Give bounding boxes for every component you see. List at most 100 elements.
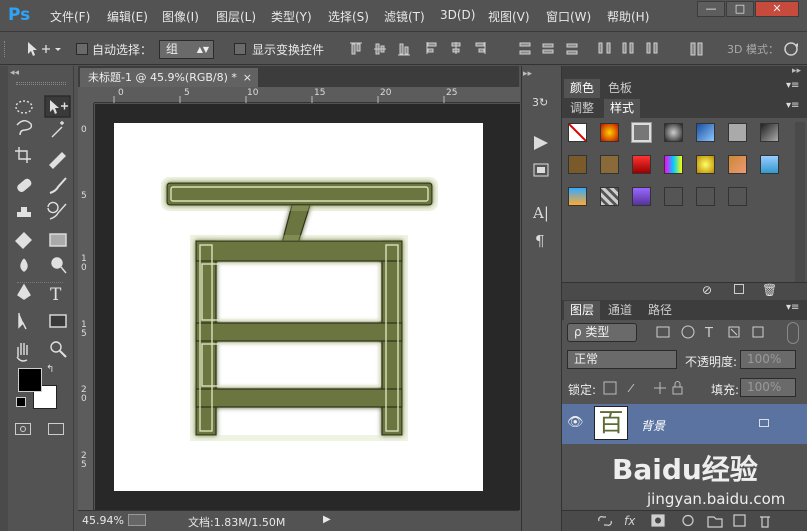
svg-text:T: T xyxy=(50,285,62,305)
tab-paths[interactable]: 路径 xyxy=(642,301,678,320)
status-menu-arrow-icon[interactable]: ▶ xyxy=(323,514,331,525)
panel-menu-icon[interactable]: ▾≡ xyxy=(786,302,799,313)
layer-filter-icons[interactable]: T xyxy=(655,324,785,340)
lock-label: 锁定: xyxy=(568,383,597,397)
filter-toggle[interactable] xyxy=(787,322,799,344)
dock-icons[interactable]: 3↻ A| ¶ xyxy=(530,88,554,258)
quick-mask-icon[interactable] xyxy=(15,423,31,435)
style-swatch[interactable] xyxy=(760,155,779,174)
tab-layers[interactable]: 图层 xyxy=(564,301,601,320)
swap-colors-icon[interactable]: ↰ xyxy=(46,364,54,375)
menu-edit[interactable]: 编辑(E) xyxy=(107,8,148,25)
options-grip-icon xyxy=(4,41,8,57)
ruler-h-ticks xyxy=(113,96,445,103)
layers-footer-icons[interactable]: fx xyxy=(596,512,776,529)
styles-grid xyxy=(564,121,792,215)
style-swatch[interactable] xyxy=(632,187,651,206)
lock-icons[interactable] xyxy=(602,380,684,396)
style-swatch[interactable] xyxy=(696,123,715,142)
menu-3d[interactable]: 3D(D) xyxy=(440,8,475,22)
menu-file[interactable]: 文件(F) xyxy=(50,8,90,25)
auto-select-dropdown[interactable]: 组 ▲▼ xyxy=(159,40,214,59)
panel-menu-icon[interactable]: ▾≡ xyxy=(786,80,799,91)
menu-type[interactable]: 类型(Y) xyxy=(271,8,312,25)
new-style-icon[interactable] xyxy=(734,284,744,294)
tab-color[interactable]: 颜色 xyxy=(564,79,601,98)
style-swatch[interactable] xyxy=(728,123,747,142)
close-tab-icon[interactable]: × xyxy=(243,68,252,87)
embossed-glyph-artwork xyxy=(161,177,438,441)
menu-view[interactable]: 视图(V) xyxy=(488,8,530,25)
style-swatch[interactable] xyxy=(760,123,779,142)
fill-field[interactable]: 100% xyxy=(740,378,796,397)
svg-text:A|: A| xyxy=(532,204,549,222)
layer-thumbnail: 百 xyxy=(594,406,628,440)
style-swatch[interactable] xyxy=(664,123,683,142)
svg-text:fx: fx xyxy=(624,514,636,528)
layer-name[interactable]: 背景 xyxy=(641,417,665,434)
ruler-v-label: 0 xyxy=(81,125,87,135)
3d-rotate-icon[interactable] xyxy=(780,40,804,58)
opacity-value: 100% xyxy=(747,352,782,366)
foreground-color-swatch[interactable] xyxy=(18,368,42,392)
panel-top-bar xyxy=(562,66,807,78)
menu-layer[interactable]: 图层(L) xyxy=(216,8,256,25)
show-transform-checkbox[interactable] xyxy=(234,43,246,55)
default-colors-icon[interactable] xyxy=(16,397,26,407)
style-swatch-selected[interactable] xyxy=(631,122,652,143)
auto-align-icon[interactable] xyxy=(688,40,706,58)
style-none-swatch[interactable] xyxy=(568,123,587,142)
status-bar: 45.94% 文档:1.83M/1.50M ▶ xyxy=(78,510,519,531)
blend-mode-value: 正常 xyxy=(574,352,599,366)
styles-scrollbar[interactable] xyxy=(795,122,805,282)
menu-image[interactable]: 图像(I) xyxy=(162,8,199,25)
style-swatch[interactable] xyxy=(600,123,619,142)
menu-window[interactable]: 窗口(W) xyxy=(546,8,591,25)
style-swatch[interactable] xyxy=(600,187,619,206)
svg-text:¶: ¶ xyxy=(535,232,545,250)
tab-swatches[interactable]: 色板 xyxy=(602,79,638,98)
close-button[interactable]: ✕ xyxy=(755,1,799,17)
style-swatch[interactable] xyxy=(568,155,587,174)
collapse-dock-icon[interactable]: ▸▸ xyxy=(523,69,532,79)
style-swatch[interactable] xyxy=(664,187,683,206)
style-swatch[interactable] xyxy=(568,187,587,206)
collapse-toolbar-icon[interactable]: ◂◂ xyxy=(10,68,19,78)
document-canvas[interactable]: 百 xyxy=(114,123,483,491)
baidu-watermark: Baidu经验 xyxy=(612,453,758,486)
maximize-button[interactable]: □ xyxy=(726,1,754,17)
layer-filter-value: ρ 类型 xyxy=(574,325,610,339)
document-tab[interactable]: 未标题-1 @ 45.9%(RGB/8) * × xyxy=(80,68,258,88)
distribute-icons[interactable] xyxy=(517,40,667,58)
tab-adjustments[interactable]: 调整 xyxy=(564,99,600,118)
visibility-eye-icon[interactable]: 👁 xyxy=(567,415,584,430)
layer-filter-dropdown[interactable]: ρ 类型 xyxy=(567,323,637,342)
move-tool-preset-icon[interactable] xyxy=(24,40,62,58)
style-swatch[interactable] xyxy=(600,155,619,174)
minimize-button[interactable]: — xyxy=(697,1,725,17)
opacity-field[interactable]: 100% xyxy=(740,350,796,369)
layer-lock-icon xyxy=(759,419,769,427)
collapse-right-icon[interactable]: ▸▸ xyxy=(792,66,801,76)
zoom-level[interactable]: 45.94% xyxy=(82,514,124,527)
menu-filter[interactable]: 滤镜(T) xyxy=(384,8,425,25)
blend-mode-dropdown[interactable]: 正常 xyxy=(567,350,677,369)
style-swatch[interactable] xyxy=(696,155,715,174)
delete-style-icon[interactable]: 🗑 xyxy=(762,283,777,297)
tab-styles[interactable]: 样式 xyxy=(604,99,641,118)
no-style-icon[interactable]: ⊘ xyxy=(702,283,712,297)
style-swatch[interactable] xyxy=(696,187,715,206)
menu-help[interactable]: 帮助(H) xyxy=(607,8,649,25)
style-swatch[interactable] xyxy=(632,155,651,174)
style-swatch[interactable] xyxy=(728,155,747,174)
tab-channels[interactable]: 通道 xyxy=(602,301,638,320)
chevron-updown-icon: ▲▼ xyxy=(196,45,209,54)
auto-select-checkbox[interactable] xyxy=(76,43,88,55)
panel-menu-icon[interactable]: ▾≡ xyxy=(786,100,799,111)
style-swatch[interactable] xyxy=(664,155,683,174)
status-preview-icon[interactable] xyxy=(128,514,146,526)
align-icons[interactable] xyxy=(348,40,498,58)
screen-mode-icon[interactable] xyxy=(48,423,64,435)
menu-select[interactable]: 选择(S) xyxy=(328,8,369,25)
style-swatch[interactable] xyxy=(728,187,747,206)
